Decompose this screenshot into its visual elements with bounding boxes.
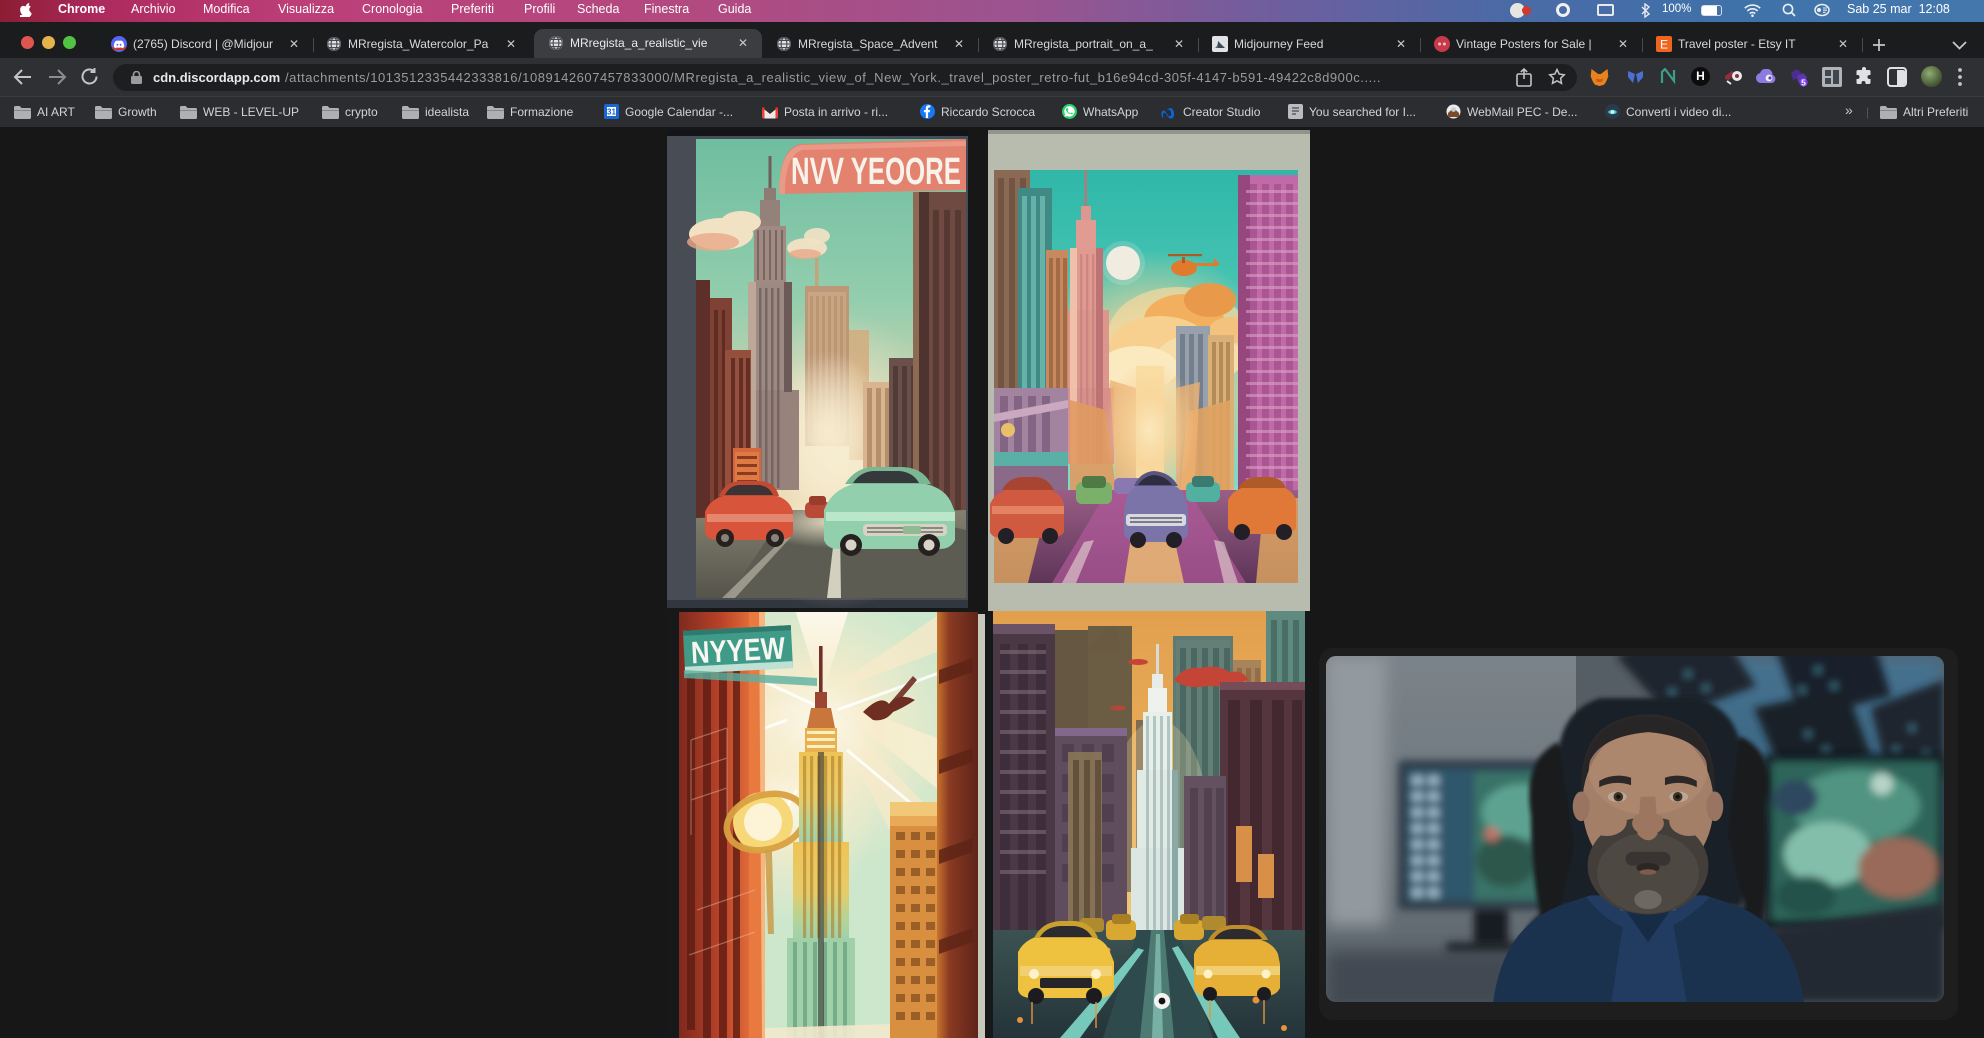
- svg-text:NVV YEOORE: NVV YEOORE: [791, 151, 961, 193]
- svg-text:31: 31: [607, 108, 616, 117]
- svg-text:NYYEW: NYYEW: [690, 630, 786, 670]
- svg-text:E: E: [1660, 38, 1668, 52]
- svg-text:5: 5: [1801, 78, 1806, 87]
